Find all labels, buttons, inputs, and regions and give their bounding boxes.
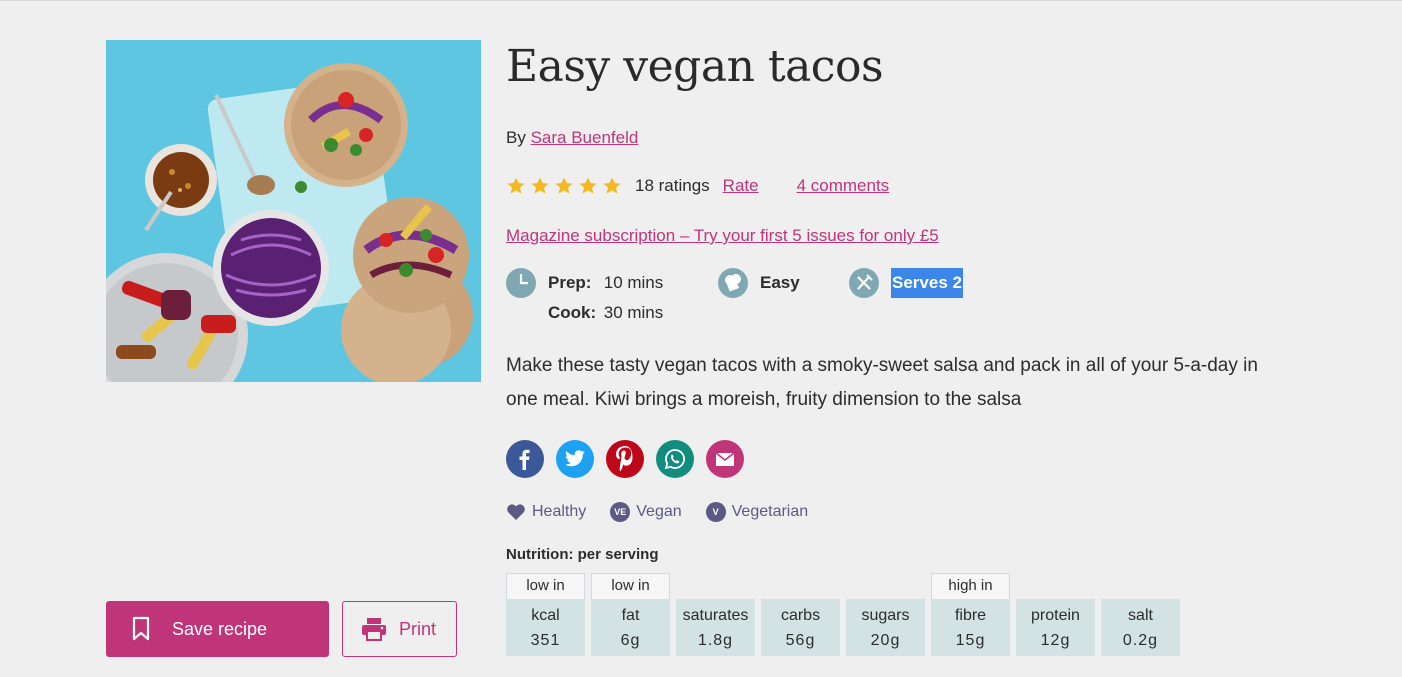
nutrition-note: low in bbox=[591, 573, 670, 599]
prep-value: 10 mins bbox=[603, 273, 664, 292]
nutrition-value: 6g bbox=[620, 632, 641, 649]
nutrition-item: low in kcal 351 bbox=[506, 573, 585, 656]
nutrition-item: protein 12g bbox=[1016, 573, 1095, 656]
recipe-meta: Prep: 10 mins Cook: 30 mins Easy Serves … bbox=[506, 268, 1206, 330]
nutrition-item: sugars 20g bbox=[846, 573, 925, 656]
difficulty-value: Easy bbox=[760, 273, 800, 292]
star-icon bbox=[579, 177, 597, 194]
tag-vegan-label: Vegan bbox=[636, 503, 682, 520]
nutrition-name: sugars bbox=[861, 607, 910, 624]
save-recipe-button[interactable]: Save recipe bbox=[106, 601, 329, 657]
print-label: Print bbox=[399, 618, 437, 639]
twitter-share-button[interactable] bbox=[556, 440, 594, 478]
nutrition-value: 56g bbox=[785, 632, 816, 649]
top-divider bbox=[0, 0, 1402, 1]
servings-info: Serves 2 bbox=[849, 268, 963, 298]
nutrition-item: low in fat 6g bbox=[591, 573, 670, 656]
recipe-title: Easy vegan tacos bbox=[506, 41, 884, 92]
save-recipe-label: Save recipe bbox=[172, 618, 268, 639]
cook-value: 30 mins bbox=[603, 303, 664, 322]
diet-tags: Healthy VE Vegan V Vegetarian bbox=[506, 500, 832, 524]
tag-vegetarian-label: Vegetarian bbox=[731, 503, 809, 520]
star-icon bbox=[531, 177, 549, 194]
nutrition-item: salt 0.2g bbox=[1101, 573, 1180, 656]
tag-vegetarian[interactable]: V Vegetarian bbox=[705, 502, 809, 522]
cutlery-icon bbox=[849, 268, 879, 298]
tag-healthy[interactable]: Healthy bbox=[506, 503, 586, 521]
cook-label: Cook: bbox=[548, 303, 597, 322]
star-icon bbox=[603, 177, 621, 194]
difficulty-info: Easy bbox=[718, 268, 800, 298]
nutrition-note bbox=[846, 573, 925, 599]
magazine-subscription-link[interactable]: Magazine subscription – Try your first 5… bbox=[506, 225, 939, 247]
nutrition-item: high in fibre 15g bbox=[931, 573, 1010, 656]
nutrition-title: Nutrition: per serving bbox=[506, 546, 659, 563]
nutrition-name: carbs bbox=[780, 607, 821, 624]
nutrition-note bbox=[761, 573, 840, 599]
servings-value: Serves 2 bbox=[891, 268, 963, 298]
byline: By Sara Buenfeld bbox=[506, 127, 638, 149]
star-icon bbox=[507, 177, 525, 194]
nutrition-name: fibre bbox=[954, 607, 987, 624]
print-button[interactable]: Print bbox=[342, 601, 457, 657]
recipe-description: Make these tasty vegan tacos with a smok… bbox=[506, 355, 1258, 410]
clock-icon bbox=[506, 268, 536, 298]
facebook-share-button[interactable] bbox=[506, 440, 544, 478]
nutrition-name: protein bbox=[1031, 607, 1080, 624]
byline-prefix: By bbox=[506, 128, 526, 147]
rate-link[interactable]: Rate bbox=[723, 176, 759, 196]
rating-row: 18 ratings Rate 4 comments bbox=[506, 174, 889, 198]
email-icon bbox=[715, 451, 735, 466]
twitter-icon bbox=[565, 450, 585, 467]
vegetarian-badge-icon: V bbox=[705, 502, 726, 522]
nutrition-value: 1.8g bbox=[697, 632, 734, 649]
nutrition-name: fat bbox=[621, 607, 640, 624]
printer-icon bbox=[362, 618, 386, 641]
nutrition-value: 20g bbox=[870, 632, 901, 649]
star-rating bbox=[506, 176, 622, 196]
nutrition-note: high in bbox=[931, 573, 1010, 599]
bookmark-icon bbox=[132, 616, 150, 641]
nutrition-name: salt bbox=[1128, 607, 1153, 624]
chef-hat-icon bbox=[718, 268, 748, 298]
nutrition-value: 15g bbox=[955, 632, 986, 649]
nutrition-note: low in bbox=[506, 573, 585, 599]
pinterest-share-button[interactable] bbox=[606, 440, 644, 478]
nutrition-item: saturates 1.8g bbox=[676, 573, 755, 656]
nutrition-note bbox=[1101, 573, 1180, 599]
whatsapp-icon bbox=[664, 449, 685, 470]
author-link[interactable]: Sara Buenfeld bbox=[531, 128, 639, 147]
ratings-count: 18 ratings bbox=[635, 176, 710, 195]
recipe-hero-image bbox=[106, 40, 481, 382]
tag-healthy-label: Healthy bbox=[532, 503, 587, 520]
comments-link[interactable]: 4 comments bbox=[797, 176, 890, 196]
vegan-badge-icon: VE bbox=[610, 502, 631, 522]
nutrition-name: saturates bbox=[682, 607, 749, 624]
email-share-button[interactable] bbox=[706, 440, 744, 478]
tag-vegan[interactable]: VE Vegan bbox=[610, 502, 682, 522]
nutrition-note bbox=[1016, 573, 1095, 599]
nutrition-name: kcal bbox=[531, 607, 560, 624]
nutrition-table: low in kcal 351 low in fat 6g saturates 1.8… bbox=[506, 573, 1180, 656]
pinterest-icon bbox=[616, 446, 633, 472]
prep-label: Prep: bbox=[548, 273, 592, 292]
nutrition-value: 351 bbox=[530, 632, 561, 649]
share-buttons bbox=[506, 440, 744, 478]
nutrition-item: carbs 56g bbox=[761, 573, 840, 656]
star-icon bbox=[555, 177, 573, 194]
times: Prep: 10 mins Cook: 30 mins bbox=[548, 268, 663, 328]
facebook-icon bbox=[519, 449, 530, 470]
nutrition-value: 12g bbox=[1040, 632, 1071, 649]
heart-icon bbox=[507, 504, 525, 520]
nutrition-value: 0.2g bbox=[1122, 632, 1159, 649]
whatsapp-share-button[interactable] bbox=[656, 440, 694, 478]
nutrition-note bbox=[676, 573, 755, 599]
time-info: Prep: 10 mins Cook: 30 mins bbox=[506, 268, 663, 328]
